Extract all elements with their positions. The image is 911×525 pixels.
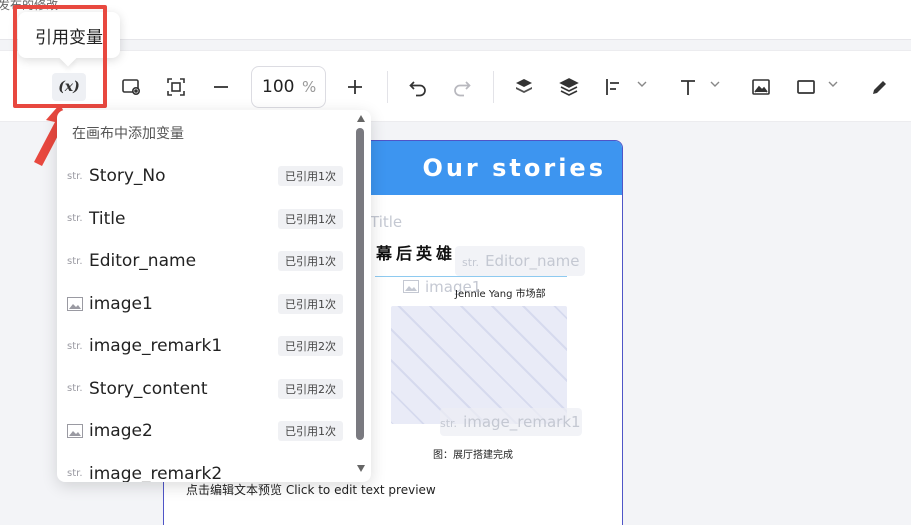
variable-name: Story_No <box>89 166 166 187</box>
image-icon <box>403 280 419 293</box>
reference-count-badge: 已引用1次 <box>278 293 343 314</box>
variable-name: image1 <box>89 293 153 314</box>
string-type-icon: str. <box>67 213 83 225</box>
scroll-down-arrow-icon[interactable] <box>357 465 365 472</box>
chevron-down-icon[interactable] <box>827 78 839 90</box>
image-caption[interactable]: 图：展厅搭建完成 <box>433 446 513 461</box>
undo-icon[interactable] <box>404 73 432 101</box>
toolbar-divider <box>493 71 494 103</box>
highlight-box <box>13 5 107 108</box>
reference-count-badge: 已引用1次 <box>278 251 343 272</box>
string-type-icon: str. <box>67 340 83 352</box>
string-type-icon: str. <box>67 170 83 182</box>
variable-name: image_remark2 <box>89 463 223 482</box>
fit-to-screen-icon[interactable] <box>162 73 190 101</box>
string-type-icon: str. <box>67 383 83 395</box>
zoom-value: 100 <box>262 77 295 97</box>
variable-name: Title <box>89 208 126 229</box>
ghost-title-variable[interactable]: Title <box>370 213 402 231</box>
reference-count-badge: 已引用1次 <box>278 421 343 442</box>
reference-count-badge: 已引用2次 <box>278 336 343 357</box>
title-underline <box>375 276 567 277</box>
reference-count-badge: 已引用1次 <box>278 166 343 187</box>
variable-item-story-no[interactable]: str. Story_No 已引用1次 <box>57 155 353 198</box>
variable-name: Editor_name <box>89 251 197 272</box>
dropdown-scrollbar[interactable] <box>356 128 364 440</box>
variable-item-story-content[interactable]: str. Story_content 已引用2次 <box>57 368 353 411</box>
image-tool-icon[interactable] <box>747 73 775 101</box>
reference-count-badge: 已引用2次 <box>278 378 343 399</box>
section-title[interactable]: 幕后英雄 <box>376 240 456 264</box>
ghost-remark-variable[interactable]: str. image_remark1 <box>440 413 581 431</box>
variable-dropdown: 在画布中添加变量 str. Story_No 已引用1次 str. Title … <box>57 110 371 482</box>
screen-record-icon[interactable] <box>117 73 145 101</box>
text-preview[interactable]: 点击编辑文本预览 Click to edit text preview <box>186 481 436 498</box>
scroll-up-arrow-icon[interactable] <box>357 115 365 122</box>
chevron-down-icon[interactable] <box>636 78 648 90</box>
author-line[interactable]: Jennie Yang 市场部 <box>455 285 546 300</box>
image-type-icon <box>67 296 89 311</box>
bring-forward-icon[interactable] <box>510 73 538 101</box>
shape-tool-icon[interactable] <box>792 73 820 101</box>
variable-item-title[interactable]: str. Title 已引用1次 <box>57 198 353 241</box>
top-header-strip: 发布的修改 <box>0 0 911 40</box>
layers-icon[interactable] <box>555 73 583 101</box>
string-type-icon: str. <box>67 255 83 267</box>
toolbar-divider <box>387 71 388 103</box>
image-placeholder[interactable] <box>391 306 567 424</box>
string-type-icon: str. <box>67 468 83 480</box>
variable-item-editor-name[interactable]: str. Editor_name 已引用1次 <box>57 240 353 283</box>
variable-name: image2 <box>89 421 153 442</box>
redo-icon[interactable] <box>448 73 476 101</box>
zoom-unit: % <box>302 78 317 96</box>
dropdown-heading: 在画布中添加变量 <box>72 126 184 142</box>
variable-item-image-remark2[interactable]: str. image_remark2 <box>57 453 353 482</box>
reference-count-badge: 已引用1次 <box>278 208 343 229</box>
variable-item-image2[interactable]: image2 已引用1次 <box>57 410 353 453</box>
variable-name: image_remark1 <box>89 336 223 357</box>
ghost-editor-variable[interactable]: str. Editor_name <box>462 252 580 270</box>
pen-tool-icon[interactable] <box>866 73 894 101</box>
card-header-title: Our stories <box>422 154 606 182</box>
align-left-icon[interactable] <box>600 73 628 101</box>
zoom-level-input[interactable]: 100 % <box>251 66 326 108</box>
variable-name: Story_content <box>89 378 208 399</box>
text-tool-icon[interactable] <box>674 73 702 101</box>
chevron-down-icon[interactable] <box>709 78 721 90</box>
variable-list: str. Story_No 已引用1次 str. Title 已引用1次 str… <box>57 155 353 482</box>
variable-item-image1[interactable]: image1 已引用1次 <box>57 283 353 326</box>
image-type-icon <box>67 424 89 439</box>
zoom-out-icon[interactable] <box>207 73 235 101</box>
variable-item-image-remark1[interactable]: str. image_remark1 已引用2次 <box>57 325 353 368</box>
zoom-in-icon[interactable] <box>341 73 369 101</box>
